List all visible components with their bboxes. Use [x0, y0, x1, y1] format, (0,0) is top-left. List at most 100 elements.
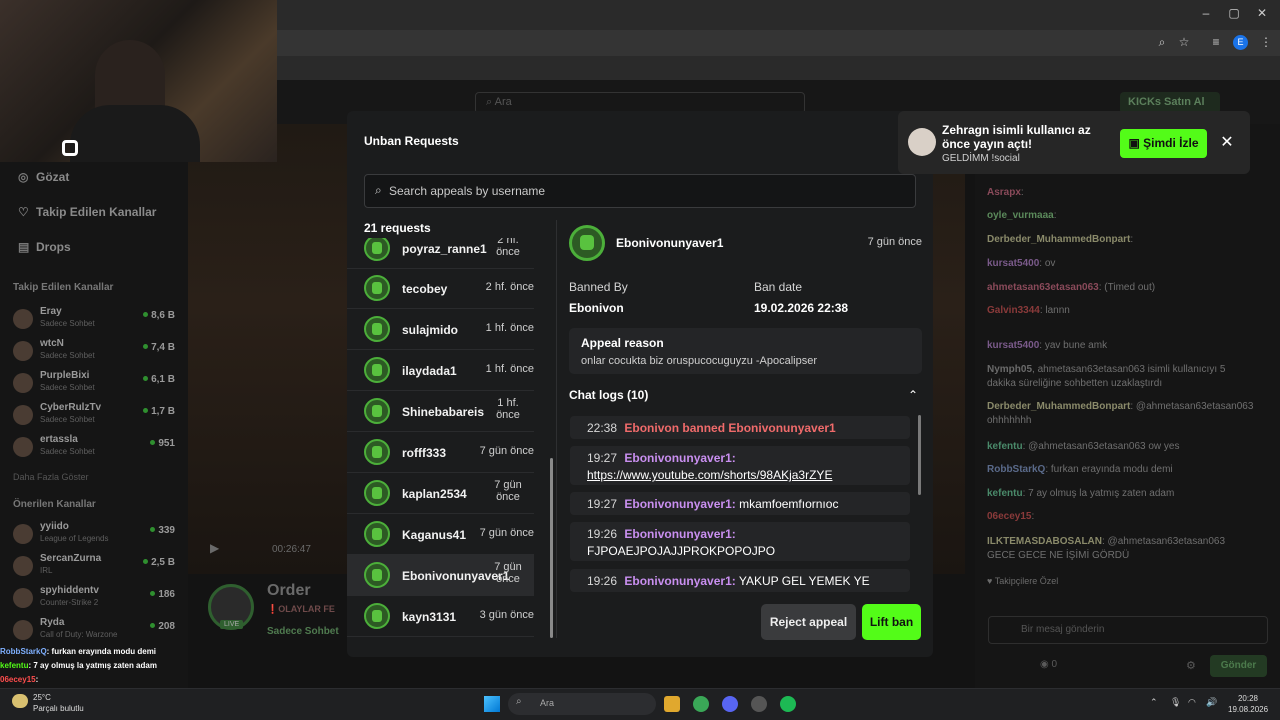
- channel-row[interactable]: CyberRulzTv Sadece Sohbet 1,7 B: [13, 402, 183, 432]
- channel-name: ertassla: [40, 434, 78, 445]
- chat-settings-icon[interactable]: ⚙: [1186, 659, 1196, 672]
- lift-ban-button[interactable]: Lift ban: [862, 604, 921, 640]
- webcam-overlay: [0, 0, 277, 162]
- request-item[interactable]: Shinebabareis 1 hf. önce: [347, 391, 534, 432]
- windows-start-icon[interactable]: [484, 696, 500, 712]
- reject-appeal-button[interactable]: Reject appeal: [761, 604, 856, 640]
- channel-row[interactable]: PurpleBixi Sadece Sohbet 6,1 B: [13, 370, 183, 400]
- request-list[interactable]: poyraz_ranne1 2 hf. önce tecobey 2 hf. önce…: [347, 238, 553, 638]
- browser-menu-icon[interactable]: ⋮: [1258, 35, 1274, 51]
- request-username: Shinebabareis: [402, 405, 485, 419]
- chat-log-entry: 22:38 Ebonivon banned Ebonivonunyaver1: [570, 416, 910, 439]
- channel-row[interactable]: wtcN Sadece Sohbet 7,4 B: [13, 338, 183, 368]
- request-item[interactable]: tecobey 2 hf. önce: [347, 268, 534, 309]
- modal-title: Unban Requests: [364, 134, 459, 148]
- points-icon: ◉: [1040, 659, 1052, 670]
- nav-browse[interactable]: ◎ Gözat: [18, 170, 188, 190]
- request-item[interactable]: rofff333 7 gün önce: [347, 432, 534, 473]
- channel-row[interactable]: SercanZurna IRL 2,5 B: [13, 553, 183, 583]
- chat-username[interactable]: kursat5400: [987, 258, 1039, 269]
- close-icon[interactable]: ✕: [1218, 134, 1236, 152]
- selected-username: Ebonivonunyaver1: [616, 236, 724, 250]
- chat-username[interactable]: ILKTEMASDABOSALAN: [987, 536, 1102, 547]
- chat-message: Nymph05, ahmetasan63etasan063 isimli kul…: [987, 363, 1255, 391]
- channel-row[interactable]: yyiido League of Legends 339: [13, 521, 183, 551]
- appeal-search-input[interactable]: [389, 175, 889, 207]
- channel-avatar: [13, 309, 33, 329]
- bookmark-star-icon[interactable]: ☆: [1176, 35, 1192, 51]
- watch-now-button[interactable]: ▣ Şimdi İzle: [1120, 129, 1207, 158]
- request-item[interactable]: kayn3131 3 gün önce: [347, 596, 534, 637]
- channel-row[interactable]: Eray Sadece Sohbet 8,6 B: [13, 306, 183, 336]
- channel-row[interactable]: Ryda Call of Duty: Warzone 208: [13, 617, 183, 647]
- media-control-icon[interactable]: ≡: [1208, 35, 1224, 51]
- chat-text: :: [1020, 187, 1024, 198]
- request-username: sulajmido: [402, 323, 459, 337]
- request-list-scrollbar[interactable]: [550, 458, 553, 638]
- request-time: 1 hf. önce: [485, 322, 534, 334]
- appeal-search-field[interactable]: ⌕: [364, 174, 916, 208]
- chat-username[interactable]: Derbeder_MuhammedBonpart: [987, 234, 1130, 245]
- request-item[interactable]: Kaganus41 7 gün önce: [347, 514, 534, 555]
- play-icon[interactable]: ▶: [210, 541, 219, 555]
- chat-logs-scrollbar[interactable]: [918, 415, 921, 495]
- streamer-name[interactable]: Order: [267, 582, 311, 600]
- channel-avatar: [13, 341, 33, 361]
- chat-input[interactable]: Bir mesaj gönderin: [988, 616, 1268, 644]
- chat-text: : (Timed out): [1098, 282, 1156, 293]
- close-window-button[interactable]: ✕: [1252, 6, 1272, 22]
- chat-username[interactable]: kefentu: [987, 488, 1023, 499]
- chat-text: : 7 ay olmuş la yatmış zaten adam: [1022, 488, 1175, 499]
- request-item[interactable]: Ebonivonunyaver1 7 gün önce: [347, 555, 534, 596]
- chat-logs-title[interactable]: Chat logs (10): [569, 388, 648, 402]
- steam-icon[interactable]: [751, 696, 767, 712]
- chat-username[interactable]: Derbeder_MuhammedBonpart: [987, 401, 1130, 412]
- chat-username[interactable]: RobbStarkQ: [987, 464, 1045, 475]
- tray-chevron-icon[interactable]: ⌃: [1150, 697, 1158, 708]
- request-item[interactable]: kaplan2534 7 gün önce: [347, 473, 534, 514]
- chat-username[interactable]: ahmetasan63etasan063: [987, 282, 1099, 293]
- request-item[interactable]: sulajmido 1 hf. önce: [347, 309, 534, 350]
- overlay-username: 06ecey15: [0, 675, 36, 684]
- log-link[interactable]: https://www.youtube.com/shorts/98AKja3rZ…: [587, 468, 832, 482]
- discord-icon[interactable]: [722, 696, 738, 712]
- chat-send-button[interactable]: Gönder: [1210, 655, 1267, 677]
- log-username[interactable]: Ebonivonunyaver1:: [624, 451, 735, 465]
- stream-category[interactable]: Sadece Sohbet: [267, 626, 339, 637]
- chrome-icon[interactable]: [693, 696, 709, 712]
- microphone-icon[interactable]: 🎙: [1170, 697, 1181, 708]
- profile-avatar[interactable]: E: [1233, 35, 1248, 50]
- chat-username[interactable]: 06ecey15: [987, 511, 1032, 522]
- request-item[interactable]: ilaydada1 1 hf. önce: [347, 350, 534, 391]
- log-username[interactable]: Ebonivonunyaver1:: [624, 527, 735, 541]
- maximize-button[interactable]: ▢: [1224, 6, 1244, 22]
- chevron-up-icon[interactable]: ⌃: [908, 388, 918, 402]
- stream-title: ❗OLAYLAR FE: [267, 604, 335, 614]
- chat-username[interactable]: kefentu: [987, 441, 1023, 452]
- request-avatar: [364, 480, 390, 506]
- nav-following[interactable]: ♡ Takip Edilen Kanallar: [18, 205, 188, 225]
- minimize-button[interactable]: –: [1196, 6, 1216, 22]
- weather-icon[interactable]: [12, 694, 28, 708]
- wifi-icon[interactable]: ◠: [1188, 697, 1196, 708]
- request-item[interactable]: poyraz_ranne1 2 hf. önce: [347, 238, 534, 269]
- file-explorer-icon[interactable]: [664, 696, 680, 712]
- log-username[interactable]: Ebonivonunyaver1:: [624, 574, 735, 588]
- taskbar-search[interactable]: Ara: [508, 693, 656, 715]
- chat-username[interactable]: Galvin3344: [987, 305, 1040, 316]
- chat-username[interactable]: Asrapx: [987, 187, 1021, 198]
- zoom-icon[interactable]: ⌕: [1154, 35, 1170, 51]
- spotify-icon[interactable]: [780, 696, 796, 712]
- show-more-link[interactable]: Daha Fazla Göster: [13, 472, 89, 482]
- log-message: FJPOAEJPOJAJJPROKPOPOJPO: [587, 544, 776, 558]
- channel-row[interactable]: ertassla Sadece Sohbet 951: [13, 434, 183, 464]
- chat-username[interactable]: oyle_vurmaaa: [987, 210, 1054, 221]
- volume-icon[interactable]: 🔊: [1206, 697, 1217, 708]
- chat-username[interactable]: kursat5400: [987, 340, 1039, 351]
- log-username[interactable]: Ebonivonunyaver1:: [624, 497, 735, 511]
- nav-drops[interactable]: ▤ Drops: [18, 240, 188, 260]
- log-message: mkamfoemfıornıoc: [739, 497, 839, 511]
- taskbar-clock[interactable]: 20:28 19.08.2026: [1228, 693, 1268, 715]
- channel-row[interactable]: spyhiddentv Counter-Strike 2 186: [13, 585, 183, 615]
- chat-username[interactable]: Nymph05: [987, 364, 1032, 375]
